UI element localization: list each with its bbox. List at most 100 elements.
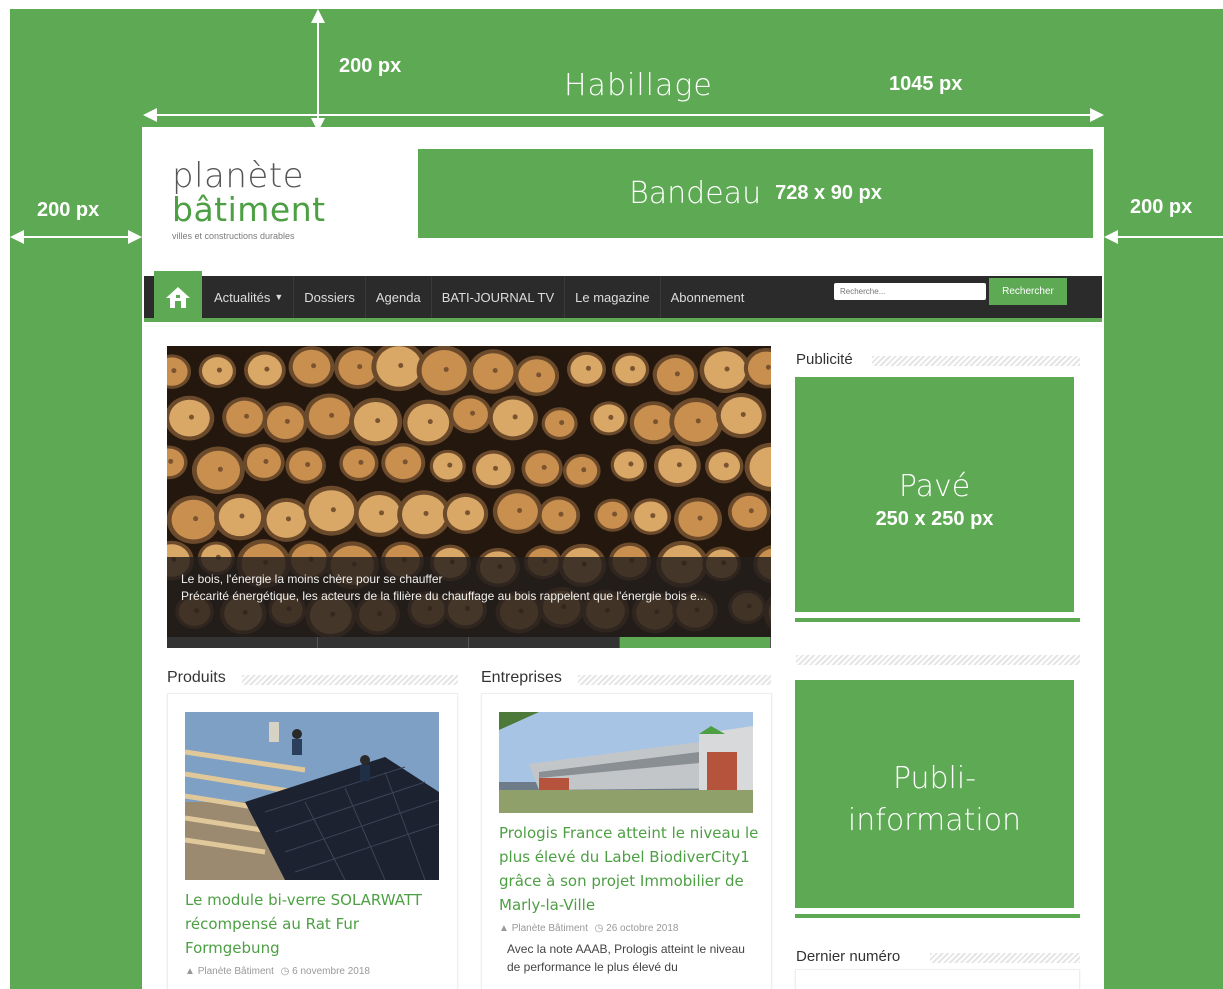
section-divider bbox=[872, 356, 1080, 366]
magazine-widget[interactable] bbox=[795, 969, 1080, 989]
article-card-produits[interactable]: Le module bi-verre SOLARWATT récompensé … bbox=[167, 693, 458, 989]
section-divider bbox=[796, 655, 1080, 665]
log-core bbox=[541, 464, 547, 470]
log-core bbox=[674, 371, 680, 377]
nav-item-abonnement[interactable]: Abonnement bbox=[661, 276, 755, 318]
article-title[interactable]: Le module bi-verre SOLARWATT récompensé … bbox=[185, 888, 447, 960]
log-core bbox=[379, 510, 385, 516]
log-core bbox=[697, 515, 703, 521]
chevron-down-icon: ▼ bbox=[274, 292, 284, 302]
right-dimension-line bbox=[1112, 236, 1223, 238]
article-meta: ▲ Planète Bâtiment ◷ 6 novembre 2018 bbox=[185, 966, 447, 977]
log-core bbox=[239, 513, 245, 519]
sidebar-title-dernier-numero[interactable]: Dernier numéro bbox=[796, 948, 901, 965]
log-core bbox=[447, 462, 453, 468]
log-core bbox=[284, 418, 290, 424]
log-core bbox=[264, 366, 270, 372]
user-icon: ▲ bbox=[185, 966, 195, 977]
home-icon bbox=[166, 286, 190, 308]
article-card-entreprises[interactable]: Prologis France atteint le niveau le plu… bbox=[481, 693, 772, 989]
arrow-up-icon bbox=[311, 9, 325, 23]
slider-caption-title: Le bois, l'énergie la moins chère pour s… bbox=[181, 572, 443, 586]
log-core bbox=[628, 461, 634, 467]
search-input[interactable] bbox=[834, 283, 986, 300]
log-core bbox=[263, 459, 269, 465]
vertical-dimension-line bbox=[317, 18, 319, 124]
nav-item-bati-journal-tv[interactable]: BATI-JOURNAL TV bbox=[432, 276, 566, 318]
article-title[interactable]: Prologis France atteint le niveau le plu… bbox=[499, 821, 761, 917]
log-core bbox=[723, 462, 729, 468]
log-core bbox=[171, 368, 177, 374]
home-button[interactable] bbox=[154, 271, 202, 322]
slider-dot[interactable] bbox=[318, 637, 469, 648]
log-core bbox=[724, 366, 730, 372]
log-core bbox=[612, 511, 618, 517]
slider-dot-active[interactable] bbox=[620, 637, 771, 648]
log-core bbox=[470, 410, 476, 416]
arrow-left-icon bbox=[1104, 230, 1118, 244]
search-button[interactable]: Rechercher bbox=[989, 278, 1067, 305]
section-title-entreprises[interactable]: Entreprises bbox=[481, 669, 562, 687]
log-core bbox=[305, 462, 311, 468]
article-author[interactable]: Planète Bâtiment bbox=[512, 923, 588, 934]
warehouse-image bbox=[499, 712, 753, 813]
habillage-title: Habillage bbox=[564, 68, 713, 103]
publi-label-line-2: information bbox=[847, 803, 1022, 838]
width-label: 1045 px bbox=[889, 73, 963, 95]
log-core bbox=[193, 516, 199, 522]
featured-slider[interactable]: Le bois, l'énergie la moins chère pour s… bbox=[167, 346, 771, 648]
site-logo[interactable]: planète bâtiment villes et constructions… bbox=[172, 159, 326, 241]
log-core bbox=[650, 513, 656, 519]
clock-icon: ◷ bbox=[594, 923, 604, 934]
log-core bbox=[330, 507, 336, 513]
log-core bbox=[492, 368, 498, 374]
log-core bbox=[512, 414, 518, 420]
horizontal-dimension-line bbox=[152, 114, 1094, 116]
clock-icon: ◷ bbox=[280, 966, 290, 977]
log-core bbox=[559, 420, 565, 426]
bandeau-ad-slot: Bandeau 728 x 90 px bbox=[418, 149, 1093, 238]
user-icon: ▲ bbox=[499, 923, 509, 934]
log-core bbox=[585, 365, 591, 371]
log-core bbox=[493, 465, 499, 471]
right-margin-label: 200 px bbox=[1130, 196, 1193, 218]
bandeau-size: 728 x 90 px bbox=[775, 182, 882, 204]
log-core bbox=[465, 510, 471, 516]
log-core bbox=[285, 516, 291, 522]
nav-item-actualites[interactable]: Actualités ▼ bbox=[204, 276, 295, 318]
bandeau-label: Bandeau bbox=[629, 176, 762, 211]
slider-dot[interactable] bbox=[167, 637, 318, 648]
log-core bbox=[329, 412, 335, 418]
log-core bbox=[188, 414, 194, 420]
arrow-right-icon bbox=[128, 230, 142, 244]
logo-tagline: villes et constructions durables bbox=[172, 231, 295, 241]
logo-line-1: planète bbox=[172, 156, 305, 196]
log-core bbox=[244, 413, 250, 419]
slider-progress[interactable] bbox=[167, 637, 771, 648]
log-core bbox=[311, 363, 317, 369]
section-divider bbox=[930, 953, 1080, 963]
log-core bbox=[375, 418, 381, 424]
logo-line-2: bâtiment bbox=[172, 190, 326, 229]
section-underline bbox=[795, 618, 1080, 622]
slider-caption[interactable]: Le bois, l'énergie la moins chère pour s… bbox=[167, 557, 771, 637]
slider-dot[interactable] bbox=[469, 637, 620, 648]
article-meta: ▲ Planète Bâtiment ◷ 26 octobre 2018 bbox=[499, 923, 761, 934]
nav-item-agenda[interactable]: Agenda bbox=[366, 276, 432, 318]
nav-item-le-magazine[interactable]: Le magazine bbox=[565, 276, 661, 318]
log-core bbox=[517, 508, 523, 514]
log-core bbox=[358, 459, 364, 465]
log-core bbox=[398, 363, 404, 369]
section-title-produits[interactable]: Produits bbox=[167, 669, 226, 687]
publi-label-line-1: Publi- bbox=[892, 761, 977, 796]
article-author[interactable]: Planète Bâtiment bbox=[198, 966, 274, 977]
nav-item-dossiers[interactable]: Dossiers bbox=[294, 276, 366, 318]
log-core bbox=[740, 412, 746, 418]
website-frame: planète bâtiment villes et constructions… bbox=[142, 127, 1104, 989]
article-date: 6 novembre 2018 bbox=[292, 966, 370, 977]
sidebar-title-publicite: Publicité bbox=[796, 351, 853, 368]
article-date: 26 octobre 2018 bbox=[606, 923, 679, 934]
pave-size: 250 x 250 px bbox=[875, 508, 994, 530]
log-core bbox=[443, 366, 449, 372]
main-navigation: Actualités ▼ Dossiers Agenda BATI-JOURNA… bbox=[144, 271, 1102, 322]
